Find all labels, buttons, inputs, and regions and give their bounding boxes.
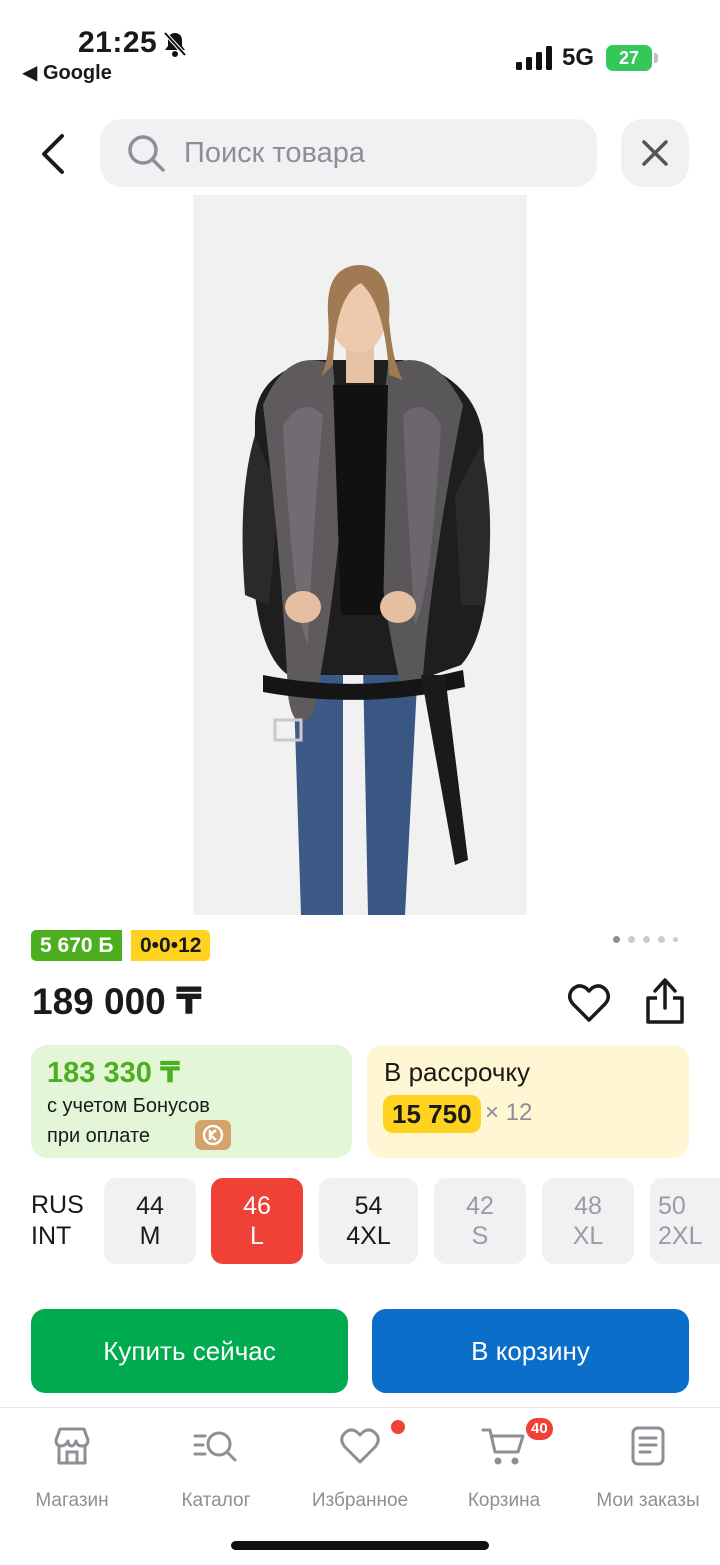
buy-now-button[interactable]: Купить сейчас: [31, 1309, 348, 1393]
product-image[interactable]: [193, 195, 527, 915]
payment-logo-icon: [195, 1120, 231, 1150]
cart-count-badge: 40: [524, 1416, 555, 1442]
bonus-note-line1: с учетом Бонусов: [47, 1095, 210, 1117]
bonus-price: 183 330 ₸: [47, 1057, 181, 1089]
size-option-46[interactable]: 46 L: [211, 1178, 303, 1264]
size-int: 4XL: [346, 1222, 391, 1250]
size-label-int: INT: [31, 1222, 72, 1250]
tab-label: Мои заказы: [596, 1490, 700, 1511]
bonus-price-card[interactable]: 183 330 ₸ с учетом Бонусов при оплате: [31, 1045, 352, 1158]
store-icon: [54, 1427, 90, 1465]
search-icon: [128, 135, 165, 172]
orders-icon: [631, 1426, 665, 1466]
size-option-50[interactable]: 50 2XL: [650, 1178, 720, 1264]
share-icon: [646, 978, 684, 1024]
back-to-app-link[interactable]: ◀ Google: [22, 60, 112, 85]
size-rus: 42: [466, 1192, 494, 1220]
size-option-42[interactable]: 42 S: [434, 1178, 526, 1264]
size-option-48[interactable]: 48 XL: [542, 1178, 634, 1264]
bonus-note-line2: при оплате: [47, 1125, 151, 1147]
favorites-notification-dot: [391, 1420, 405, 1434]
installment-months: × 12: [485, 1099, 533, 1126]
installment-badge: 0•0•12: [131, 930, 211, 961]
catalog-search-icon: [193, 1431, 237, 1462]
pagination-dot[interactable]: [628, 936, 635, 943]
close-button[interactable]: [621, 119, 689, 187]
close-icon: [642, 140, 668, 166]
size-int: XL: [572, 1222, 604, 1250]
tab-label: Избранное: [311, 1490, 409, 1511]
back-button[interactable]: [30, 128, 78, 180]
tab-label: Магазин: [35, 1490, 109, 1511]
heart-icon: [568, 984, 610, 1022]
tab-my-orders[interactable]: Мои заказы: [576, 1424, 720, 1514]
cart-icon: [481, 1428, 525, 1465]
size-rus: 44: [136, 1192, 164, 1220]
size-system-labels: RUS INT: [31, 1190, 84, 1252]
size-int: M: [139, 1222, 161, 1250]
tab-label: Каталог: [181, 1490, 251, 1511]
pagination-dot[interactable]: [643, 936, 650, 943]
size-rus: 46: [243, 1192, 271, 1220]
size-int: 2XL: [658, 1222, 703, 1250]
favorite-button[interactable]: [566, 980, 612, 1026]
size-option-54[interactable]: 54 4XL: [319, 1178, 418, 1264]
pagination-dot[interactable]: [613, 936, 620, 943]
battery-icon: 27: [606, 45, 658, 71]
add-to-cart-button[interactable]: В корзину: [372, 1309, 689, 1393]
status-bar: 21:25 ◀ Google 5G 27: [0, 0, 720, 100]
bell-off-icon: [163, 31, 187, 57]
home-indicator: [231, 1541, 489, 1550]
tab-cart[interactable]: 40 Корзина: [432, 1416, 576, 1514]
image-pagination-dots: [613, 934, 683, 946]
network-type: 5G: [562, 44, 595, 71]
installment-card[interactable]: В рассрочку 15 750 × 12: [367, 1045, 689, 1158]
size-rus: 50: [658, 1192, 686, 1220]
share-button[interactable]: [642, 976, 688, 1026]
size-rus: 54: [354, 1192, 383, 1220]
product-photo-illustration: [193, 195, 527, 915]
size-label-rus: RUS: [31, 1191, 84, 1219]
search-bar[interactable]: [100, 119, 597, 187]
signal-icon: [516, 46, 552, 70]
installment-title: В рассрочку: [384, 1057, 531, 1087]
product-price: 189 000 ₸: [32, 981, 202, 1022]
bonus-badge: 5 670 Б: [31, 930, 123, 961]
size-int: L: [250, 1222, 264, 1250]
tab-favorites[interactable]: Избранное: [288, 1420, 432, 1514]
chevron-left-icon: [42, 134, 64, 174]
tab-store[interactable]: Магазин: [0, 1424, 144, 1514]
size-rus: 48: [574, 1192, 602, 1220]
tab-catalog[interactable]: Каталог: [144, 1424, 288, 1514]
status-time: 21:25: [78, 26, 158, 59]
battery-level: 27: [606, 45, 652, 71]
heart-icon: [340, 1428, 380, 1464]
pagination-dot[interactable]: [673, 937, 678, 942]
installment-monthly: 15 750: [383, 1095, 481, 1133]
pagination-dot[interactable]: [658, 936, 665, 943]
size-int: S: [471, 1222, 489, 1250]
tab-label: Корзина: [467, 1490, 541, 1511]
size-option-44[interactable]: 44 M: [104, 1178, 196, 1264]
search-input[interactable]: [184, 119, 584, 187]
